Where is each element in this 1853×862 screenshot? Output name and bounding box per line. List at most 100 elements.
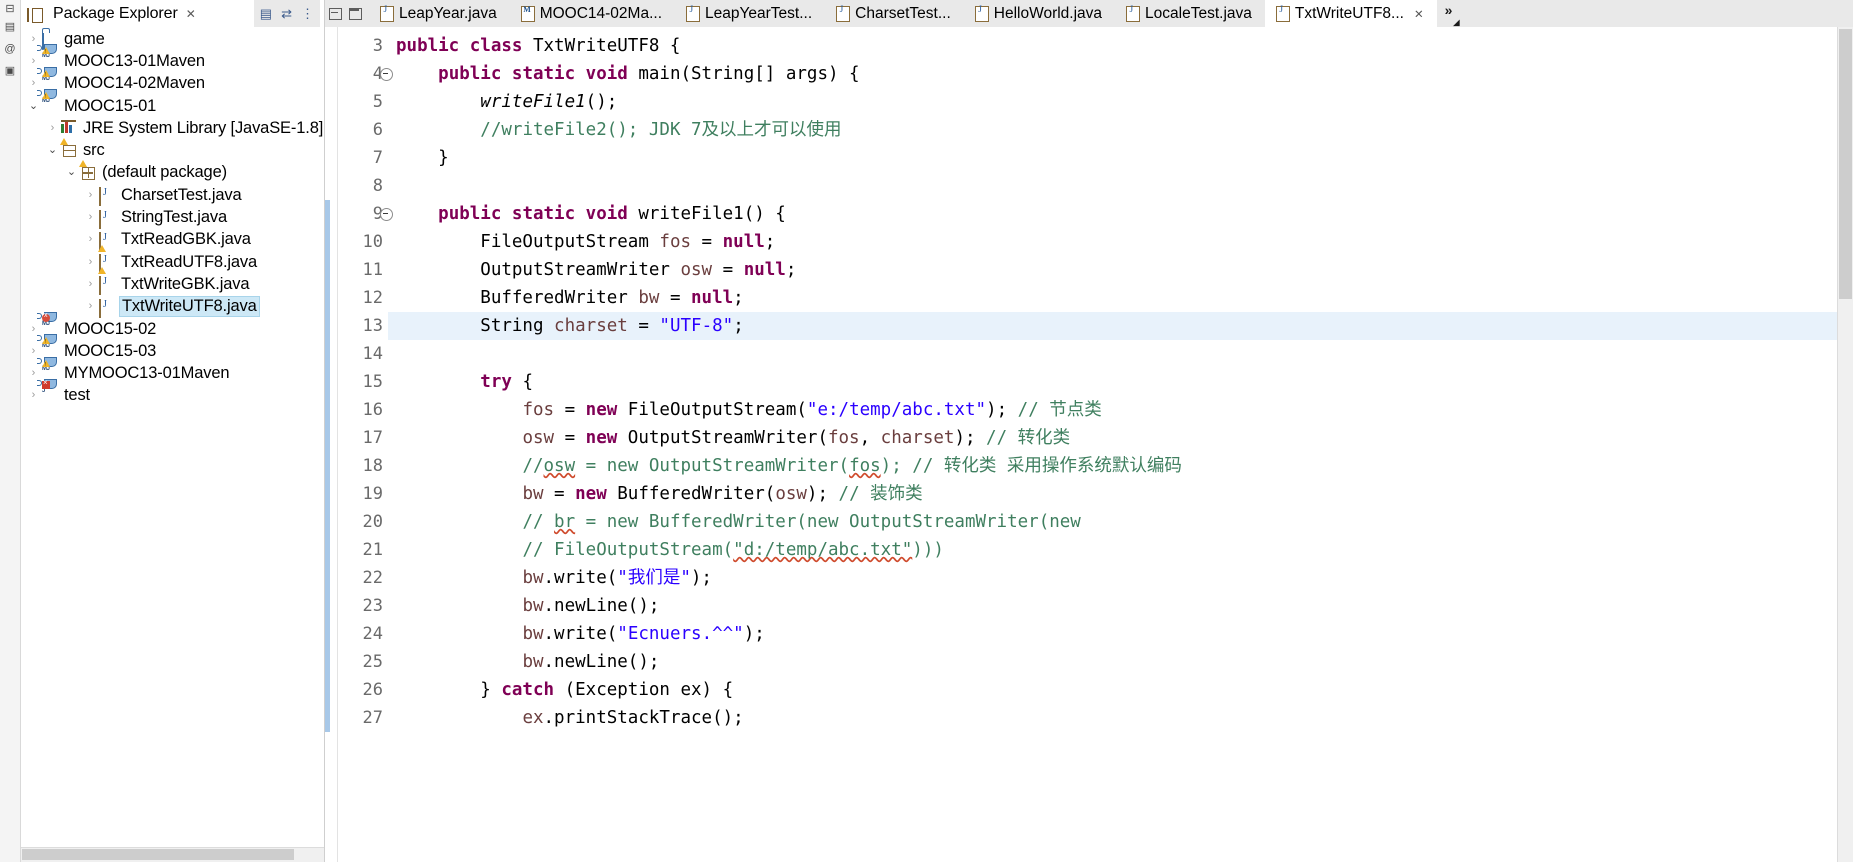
close-icon[interactable]: ✕ — [186, 7, 196, 21]
scrollbar-thumb[interactable] — [1839, 29, 1852, 299]
code-line[interactable]: FileOutputStream fos = null; — [388, 228, 1853, 256]
tree-item-txtreadgbk-java[interactable]: › TxtReadGBK.java — [21, 229, 324, 251]
code-token: null — [722, 232, 765, 252]
code-line[interactable]: bw.newLine(); — [388, 592, 1853, 620]
chevron-right-icon[interactable]: › — [82, 234, 99, 245]
scrollbar-thumb[interactable] — [22, 849, 294, 860]
tree-item-stringtest-java[interactable]: › StringTest.java — [21, 206, 324, 229]
collapse-all-icon[interactable]: ▤ — [260, 7, 272, 20]
code-line[interactable]: //writeFile2(); JDK 7及以上才可以使用 — [388, 116, 1853, 144]
code-line[interactable]: } — [388, 144, 1853, 172]
explorer-horizontal-scrollbar[interactable] — [21, 847, 324, 862]
editor-tab-leapyear-java[interactable]: LeapYear.java — [369, 0, 510, 27]
line-number-label: 12 — [362, 288, 383, 308]
code-token: null — [743, 260, 786, 280]
tree-item-mooc15-03[interactable]: ›M JMOOC15-03 — [21, 334, 324, 362]
restore-view-icon[interactable]: ⊟ — [1, 2, 19, 16]
chevron-right-icon[interactable]: › — [25, 55, 42, 67]
more-tabs-chevron-icon[interactable]: » ◢ — [1436, 0, 1466, 27]
project-tree[interactable]: ›game›M JMOOC13-01Maven›M JMOOC14-02Mave… — [21, 27, 324, 847]
tree-item-charsettest-java[interactable]: › CharsetTest.java — [21, 184, 324, 207]
code-line[interactable]: public static void main(String[] args) { — [388, 60, 1853, 88]
code-line[interactable]: } catch (Exception ex) { — [388, 676, 1853, 704]
code-line[interactable]: OutputStreamWriter osw = null; — [388, 256, 1853, 284]
editor-vertical-scrollbar[interactable] — [1837, 27, 1853, 862]
code-line[interactable]: public class TxtWriteUTF8 { — [388, 32, 1853, 60]
code-line[interactable]: ex.printStackTrace(); — [388, 704, 1853, 732]
code-line[interactable]: bw.newLine(); — [388, 648, 1853, 676]
source-code[interactable]: public class TxtWriteUTF8 { public stati… — [388, 27, 1853, 862]
tree-item-src[interactable]: ⌄ src — [21, 137, 324, 161]
line-number-label: 10 — [362, 232, 383, 252]
chevron-right-icon[interactable]: › — [25, 368, 42, 379]
chevron-down-icon[interactable]: ⌄ — [44, 145, 61, 156]
code-line[interactable]: public static void writeFile1() { — [388, 200, 1853, 228]
code-line[interactable]: osw = new OutputStreamWriter(fos, charse… — [388, 424, 1853, 452]
chevron-right-icon[interactable]: › — [82, 189, 99, 201]
code-token: { — [511, 372, 533, 392]
package-explorer-icon[interactable]: ▤ — [1, 16, 19, 38]
code-line[interactable]: writeFile1(); — [388, 88, 1853, 116]
code-line[interactable]: fos = new FileOutputStream("e:/temp/abc.… — [388, 396, 1853, 424]
chevron-right-icon[interactable]: › — [25, 33, 42, 45]
marker-bar[interactable] — [325, 27, 338, 862]
annotations-icon[interactable]: @ — [1, 38, 19, 60]
tree-item-jre-system-library-javase-1-8-[interactable]: › JRE System Library [JavaSE-1.8] — [21, 117, 324, 139]
code-line[interactable] — [388, 340, 1853, 368]
code-line[interactable]: try { — [388, 368, 1853, 396]
java-file-warn-icon — [99, 231, 117, 251]
chevron-down-icon[interactable]: ⌄ — [63, 167, 80, 178]
code-line[interactable]: bw.write("Ecnuers.^^"); — [388, 620, 1853, 648]
tree-item-txtwriteutf8-java[interactable]: › TxtWriteUTF8.java — [21, 296, 324, 318]
chevron-right-icon[interactable]: › — [44, 122, 61, 134]
tab-package-explorer[interactable]: Package Explorer ✕ — [21, 0, 200, 27]
tree-item-mooc13-01maven[interactable]: ›M JMOOC13-01Maven — [21, 44, 324, 72]
code-line[interactable]: bw.write("我们是"); — [388, 564, 1853, 592]
tree-item--default-package-[interactable]: ⌄ (default package) — [21, 159, 324, 184]
tree-item-mymooc13-01maven[interactable]: ›M JMYMOOC13-01Maven — [21, 356, 324, 384]
code-line[interactable]: //osw = new OutputStreamWriter(fos); // … — [388, 452, 1853, 480]
editor-tab-localetest-java[interactable]: LocaleTest.java — [1115, 0, 1265, 27]
chevron-down-icon[interactable]: ⌄ — [25, 100, 42, 112]
chevron-right-icon[interactable]: › — [25, 345, 42, 357]
maximize-icon[interactable] — [349, 7, 362, 20]
chevron-right-icon[interactable]: › — [25, 323, 42, 335]
close-icon[interactable]: ✕ — [1414, 7, 1424, 21]
link-with-editor-icon[interactable]: ⇄ — [281, 7, 292, 20]
code-line[interactable] — [388, 172, 1853, 200]
minimize-icon[interactable] — [329, 7, 342, 20]
code-token: try — [480, 372, 512, 392]
tree-item-mooc15-01[interactable]: ⌄M JMOOC15-01 — [21, 89, 324, 117]
code-line[interactable]: String charset = "UTF-8"; — [388, 312, 1853, 340]
chevron-right-icon[interactable]: › — [25, 390, 42, 401]
chevron-right-icon[interactable]: › — [82, 278, 99, 290]
editor-tab-mooc14-02ma-[interactable]: MOOC14-02Ma... — [509, 0, 675, 27]
chevron-right-icon[interactable]: › — [82, 256, 99, 268]
chevron-right-icon[interactable]: › — [25, 78, 42, 89]
chevron-right-icon[interactable]: › — [82, 212, 99, 223]
tree-item-mooc14-02maven[interactable]: ›M JMOOC14-02Maven — [21, 66, 324, 95]
code-line[interactable]: // br = new BufferedWriter(new OutputStr… — [388, 508, 1853, 536]
tree-item-game[interactable]: › game — [21, 28, 324, 51]
editor-tab-charsettest-[interactable]: CharsetTest... — [825, 0, 964, 27]
editor-tab-helloworld-java[interactable]: HelloWorld.java — [963, 0, 1116, 27]
tree-item-txtwritegbk-java[interactable]: › TxtWriteGBK.java — [21, 273, 324, 296]
line-number-ruler: 3 4 5 6 7 8 9 10 11 12 13 14 15 16 17 18 19 20 21 22 23 24 25 2… — [338, 27, 393, 862]
chevron-right-icon[interactable]: › — [82, 301, 99, 312]
view-menu-icon[interactable]: ⋮ — [301, 7, 314, 20]
snippets-icon[interactable]: ▣ — [1, 60, 19, 82]
code-token: new — [585, 428, 618, 448]
editor-tab-txtwriteutf8-[interactable]: TxtWriteUTF8... ✕ — [1264, 0, 1437, 27]
code-line[interactable]: // FileOutputStream("d:/temp/abc.txt"))) — [388, 536, 1853, 564]
tree-item-test[interactable]: ›Jtest — [21, 378, 324, 407]
java-file-icon — [99, 298, 117, 318]
tree-item-mooc15-02[interactable]: ›M JMOOC15-02 — [21, 312, 324, 340]
code-line[interactable]: BufferedWriter bw = null; — [388, 284, 1853, 312]
tree-item-txtreadutf8-java[interactable]: › TxtReadUTF8.java — [21, 251, 324, 274]
line-number: 10 — [338, 228, 383, 256]
tree-item-label: MOOC14-02Maven — [64, 74, 205, 93]
editor-tab-leapyeartest-[interactable]: LeapYearTest... — [675, 0, 826, 27]
code-line[interactable]: bw = new BufferedWriter(osw); // 装饰类 — [388, 480, 1853, 508]
line-number-label: 7 — [372, 148, 383, 168]
